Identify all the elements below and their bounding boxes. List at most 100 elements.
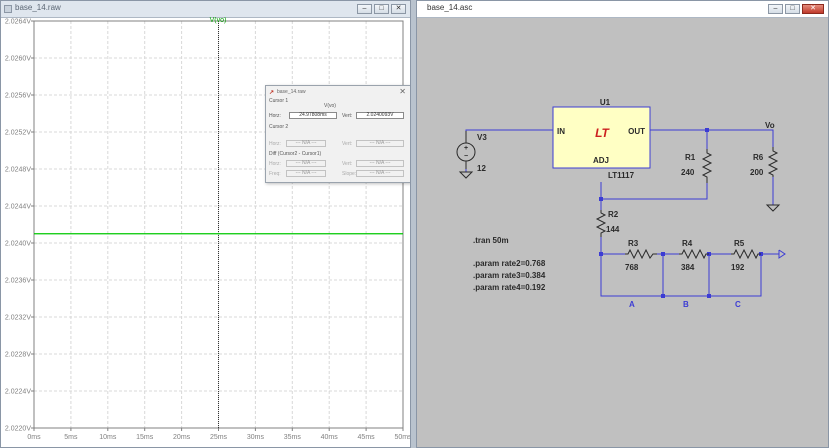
c2-vert-field: --- N/A --- [356, 140, 404, 147]
cursor1-trace: V(vo) [324, 103, 336, 109]
schematic-close-button[interactable]: ✕ [802, 4, 824, 14]
cursor-dialog-title: base_14.raw [277, 89, 306, 95]
node-labels: A B C [629, 300, 741, 309]
slope-field: --- N/A --- [356, 170, 404, 177]
r3-value: 768 [625, 263, 639, 272]
r1-name: R1 [685, 153, 696, 162]
ic-ref: U1 [600, 98, 611, 107]
x-tick-label: 10ms [99, 434, 117, 441]
v3-name: V3 [477, 133, 487, 142]
x-tick-label: 0ms [27, 434, 41, 441]
plot-grid [34, 21, 403, 428]
maximize-button[interactable]: □ [374, 4, 389, 14]
vert-field[interactable]: 2.0240093V [356, 112, 404, 119]
r2-value: 144 [606, 225, 620, 234]
cursor-dialog[interactable]: ↗ base_14.raw ✕ Cursor 1 V(vo) Horz: 24.… [265, 85, 410, 183]
r4-name: R4 [682, 239, 693, 248]
ground-icon [458, 171, 474, 179]
cursor-dialog-header[interactable]: ↗ base_14.raw ✕ [266, 86, 410, 97]
diff-vert-field: --- N/A --- [356, 160, 404, 167]
directive-rate3: .param rate3=0.384 [473, 271, 546, 280]
c2-vert-label: Vert: [342, 141, 353, 147]
svg-text:−: − [464, 153, 468, 160]
cursor2-label: Cursor 2 [269, 124, 289, 130]
y-tick-label: 2.0264V [5, 19, 31, 26]
x-tick-label: 30ms [247, 434, 265, 441]
freq-label: Freq: [269, 171, 281, 177]
ic-part-name: LT1117 [608, 171, 635, 180]
y-tick-label: 2.0248V [5, 167, 31, 174]
freq-field: --- N/A --- [286, 170, 326, 177]
r6-name: R6 [753, 153, 764, 162]
y-axis-ticks: 2.0264V 2.0260V 2.0256V 2.0252V 2.0248V 2.024… [5, 19, 34, 433]
schematic-window-title: base_14.asc [427, 3, 473, 12]
y-tick-label: 2.0228V [5, 352, 31, 359]
r6-value: 200 [750, 168, 764, 177]
r1 [701, 149, 713, 183]
voltage-source-v3: + − V3 12 [456, 131, 487, 179]
x-tick-label: 5ms [64, 434, 78, 441]
r3-name: R3 [628, 239, 639, 248]
lt-logo-icon: LT [595, 126, 610, 140]
r6 [767, 147, 779, 177]
close-icon[interactable]: ✕ [399, 87, 406, 96]
horz-field[interactable]: 24.97808ms [289, 112, 337, 119]
schematic-maximize-button[interactable]: □ [785, 4, 800, 14]
directive-rate2: .param rate2=0.768 [473, 259, 546, 268]
spice-directives: .tran 50m .param rate2=0.768 .param rate… [473, 236, 546, 292]
node-c-label: C [735, 300, 741, 309]
node-b-label: B [683, 300, 689, 309]
horz-label: Horz: [269, 113, 281, 119]
wire-bottom-bus [600, 254, 762, 297]
y-tick-label: 2.0224V [5, 389, 31, 396]
diff-label: Diff (Cursor2 - Cursor1) [269, 151, 322, 157]
r2 [595, 210, 607, 237]
y-tick-label: 2.0240V [5, 241, 31, 248]
x-tick-label: 15ms [136, 434, 154, 441]
y-tick-label: 2.0232V [5, 315, 31, 322]
vert-label: Vert: [342, 113, 353, 119]
y-tick-label: 2.0244V [5, 204, 31, 211]
diff-horz-label: Horz: [269, 161, 281, 167]
schematic-canvas[interactable]: U1 IN OUT ADJ LT LT1117 + − V3 12 R1 240… [417, 17, 829, 448]
x-axis-ticks: 0ms 5ms 10ms 15ms 20ms 25ms 30ms 35ms 40ms 45ms 50… [27, 428, 411, 441]
r4 [679, 248, 709, 260]
slope-label: Slope: [342, 171, 357, 177]
y-tick-label: 2.0260V [5, 56, 31, 63]
wire-v3-in [465, 129, 553, 131]
trace-label[interactable]: V(vo) [210, 17, 227, 24]
schematic-titlebar[interactable]: base_14.asc – □ ✕ [417, 1, 828, 18]
directive-rate4: .param rate4=0.192 [473, 283, 546, 292]
svg-text:+: + [464, 145, 468, 152]
pin-out: OUT [628, 127, 645, 136]
vo-flag-icon [778, 249, 786, 259]
minimize-button[interactable]: – [357, 4, 372, 14]
ground-icon [765, 204, 781, 212]
node-a-label: A [629, 300, 635, 309]
r5-value: 192 [731, 263, 745, 272]
pin-adj: ADJ [593, 156, 609, 165]
y-tick-label: 2.0256V [5, 93, 31, 100]
y-tick-label: 2.0252V [5, 130, 31, 137]
x-tick-label: 35ms [284, 434, 302, 441]
x-tick-label: 20ms [173, 434, 191, 441]
waveform-window: base_14.raw – □ ✕ 2.0264V 2.0260V 2.0256V 2… [0, 0, 411, 448]
x-tick-label: 25ms [210, 434, 228, 441]
waveform-app-icon [4, 5, 12, 13]
wire-r1-adj [600, 182, 708, 200]
waveform-titlebar[interactable]: base_14.raw – □ ✕ [1, 1, 410, 18]
close-button[interactable]: ✕ [391, 4, 406, 14]
r5-name: R5 [734, 239, 745, 248]
r1-value: 240 [681, 168, 695, 177]
schematic-window: base_14.asc – □ ✕ U1 IN OUT ADJ LT LT111… [416, 0, 829, 448]
y-tick-label: 2.0236V [5, 278, 31, 285]
directive-tran: .tran 50m [473, 236, 509, 245]
x-tick-label: 50ms [394, 434, 411, 441]
regulator-ic: U1 IN OUT ADJ LT LT1117 [552, 98, 651, 180]
x-tick-label: 45ms [358, 434, 376, 441]
r2-name: R2 [608, 210, 619, 219]
schematic-minimize-button[interactable]: – [768, 4, 783, 14]
waveform-plot[interactable]: 2.0264V 2.0260V 2.0256V 2.0252V 2.0248V 2.024… [1, 17, 411, 448]
c2-horz-label: Horz: [269, 141, 281, 147]
c2-horz-field: --- N/A --- [286, 140, 326, 147]
